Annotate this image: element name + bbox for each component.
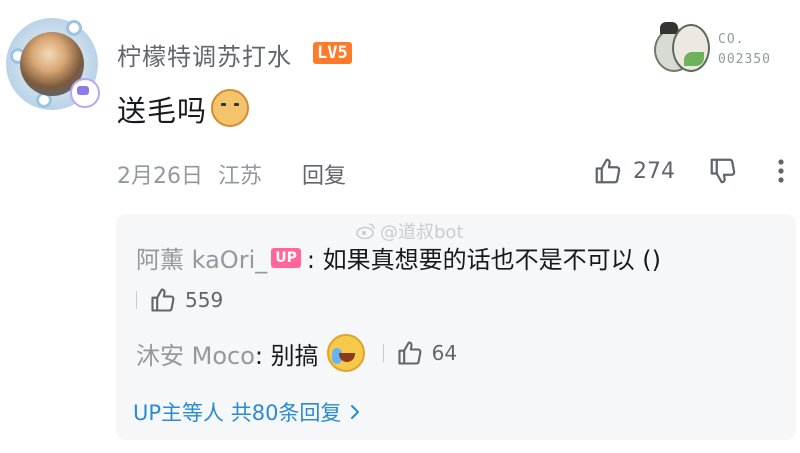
user-avatar[interactable] — [6, 18, 100, 110]
thumbs-up-icon — [398, 341, 422, 365]
divider — [382, 344, 384, 362]
fan-medal-label: CO. 002350 — [718, 30, 771, 70]
fan-medal-label-line1: CO. — [718, 32, 745, 47]
fan-medal-leaf — [684, 52, 704, 66]
level-badge: LV5 — [313, 42, 352, 64]
comment-date: 2月26日 — [117, 164, 203, 189]
thumbs-down-icon — [710, 158, 736, 184]
view-more-replies-text: UP主等人 共80条回复 — [133, 401, 342, 425]
dislike-button[interactable] — [708, 156, 738, 190]
crying-face-emoji-icon — [326, 334, 365, 372]
reply-username[interactable]: 沐安 Moco — [136, 336, 255, 371]
fan-medal-label-line2: 002350 — [718, 52, 771, 67]
up-badge: UP — [271, 247, 301, 268]
reply-like-button[interactable]: 559 — [149, 286, 223, 314]
dog-face-emoji-icon — [211, 89, 250, 127]
weibo-logo-icon — [356, 223, 375, 240]
fan-medal-avatar — [654, 22, 710, 72]
reply-like-count: 64 — [431, 341, 458, 365]
view-more-replies-link[interactable]: UP主等人 共80条回复 — [133, 397, 361, 427]
reply-username[interactable]: 阿薰 kaOri_ — [136, 240, 267, 275]
avatar-verified-badge-icon — [70, 78, 100, 108]
reply-text: : 别搞 — [254, 341, 319, 370]
more-vertical-icon — [778, 159, 784, 183]
comment-body: 送毛吗 — [117, 94, 208, 128]
reply-text: : 如果真想要的话也不是不可以 () — [306, 246, 661, 274]
comment-location: 江苏 — [218, 164, 263, 189]
thumbs-up-icon — [595, 158, 621, 184]
like-button[interactable]: 274 — [593, 156, 675, 186]
chevron-right-icon — [351, 405, 360, 419]
divider — [136, 291, 137, 309]
comment-text: 送毛吗 — [117, 88, 250, 130]
thumbs-up-icon — [151, 288, 175, 312]
reply-like-button[interactable]: 64 — [396, 339, 457, 367]
reply-item: 沐安 Moco : 别搞 64 — [136, 334, 457, 372]
reply-like-row: 559 — [136, 286, 223, 314]
reply-button[interactable]: 回复 — [302, 158, 346, 190]
like-count: 274 — [633, 158, 675, 184]
comment-username[interactable]: 柠檬特调苏打水 — [117, 37, 292, 72]
reply-item: 阿薰 kaOri_ UP : 如果真想要的话也不是不可以 () — [136, 240, 661, 275]
more-options-button[interactable] — [775, 156, 787, 190]
reply-like-count: 559 — [185, 288, 224, 312]
avatar-flower-decoration — [66, 20, 82, 36]
